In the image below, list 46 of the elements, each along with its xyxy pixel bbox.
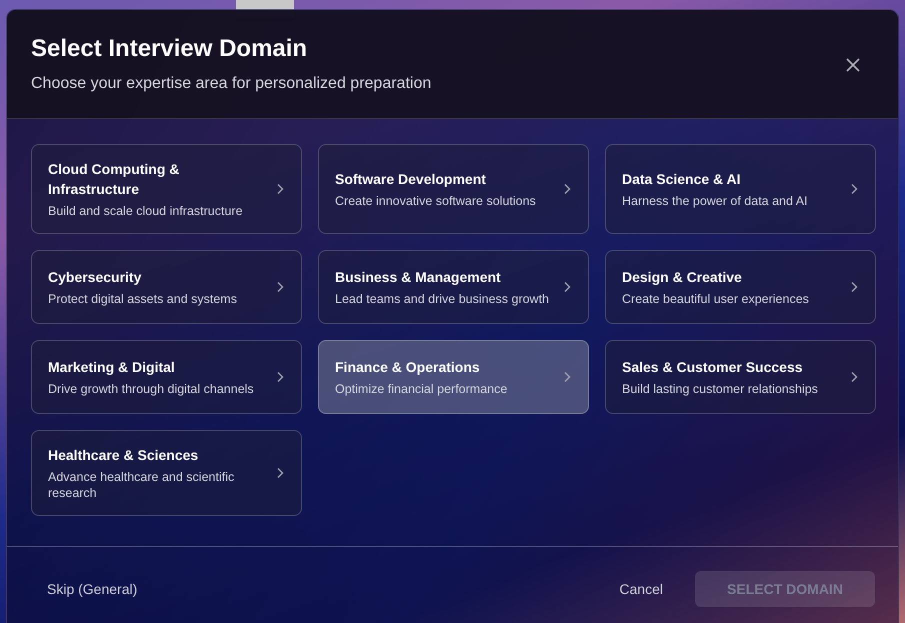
domain-description: Build lasting customer relationships (622, 381, 819, 397)
domain-card[interactable]: Cloud Computing & Infrastructure Build and scale cloud infrastructure (31, 144, 302, 234)
chevron-right-icon (562, 281, 572, 293)
domain-title: Marketing & Digital (48, 358, 176, 377)
domain-description: Protect digital assets and systems (48, 291, 238, 307)
domain-card[interactable]: Cybersecurity Protect digital assets and systems (31, 250, 302, 324)
domain-card[interactable]: Software Development Create innovative software solutions (318, 144, 589, 234)
dialog-title: Select Interview Domain (31, 34, 308, 64)
cancel-button[interactable]: Cancel (603, 573, 679, 605)
domain-title: Finance & Operations (335, 358, 481, 377)
chevron-right-icon (849, 183, 859, 195)
domain-description: Optimize financial performance (335, 381, 508, 397)
domain-card[interactable]: Finance & Operations Optimize financial performance (318, 340, 589, 414)
domain-description: Create beautiful user experiences (622, 291, 810, 307)
chevron-right-icon (849, 281, 859, 293)
domain-description: Advance healthcare and scientific research (48, 469, 236, 501)
domain-title: Data Science & AI (622, 170, 742, 189)
domain-card[interactable]: Business & Management Lead teams and drive business growth (318, 250, 589, 324)
dialog-subtitle: Choose your expertise area for personalized preparation (31, 74, 432, 94)
domain-description: Create innovative software solutions (335, 193, 537, 209)
domain-title: Cybersecurity (48, 268, 142, 287)
close-button[interactable] (844, 56, 862, 74)
domain-card[interactable]: Sales & Customer Success Build lasting customer relationships (605, 340, 876, 414)
chevron-right-icon (562, 371, 572, 383)
chevron-right-icon (275, 183, 285, 195)
domain-description: Harness the power of data and AI (622, 193, 809, 209)
domain-card[interactable]: Design & Creative Create beautiful user experiences (605, 250, 876, 324)
chevron-right-icon (275, 371, 285, 383)
domain-card[interactable]: Marketing & Digital Drive growth through digital channels (31, 340, 302, 414)
domain-description: Lead teams and drive business growth (335, 291, 550, 307)
domain-title: Design & Creative (622, 268, 743, 287)
chevron-right-icon (849, 371, 859, 383)
domain-card[interactable]: Healthcare & Sciences Advance healthcare and scientific research (31, 430, 302, 516)
close-icon (844, 56, 862, 74)
domain-card[interactable]: Data Science & AI Harness the power of data and AI (605, 144, 876, 234)
domain-title: Software Development (335, 170, 487, 189)
domain-title: Healthcare & Sciences (48, 446, 200, 465)
chevron-right-icon (562, 183, 572, 195)
domain-title: Cloud Computing & Infrastructure (48, 160, 180, 199)
domain-description: Build and scale cloud infrastructure (48, 203, 244, 219)
skip-button[interactable]: Skip (General) (31, 573, 154, 605)
chevron-right-icon (275, 467, 285, 479)
domain-title: Sales & Customer Success (622, 358, 804, 377)
domain-description: Drive growth through digital channels (48, 381, 255, 397)
chevron-right-icon (275, 281, 285, 293)
domain-title: Business & Management (335, 268, 502, 287)
